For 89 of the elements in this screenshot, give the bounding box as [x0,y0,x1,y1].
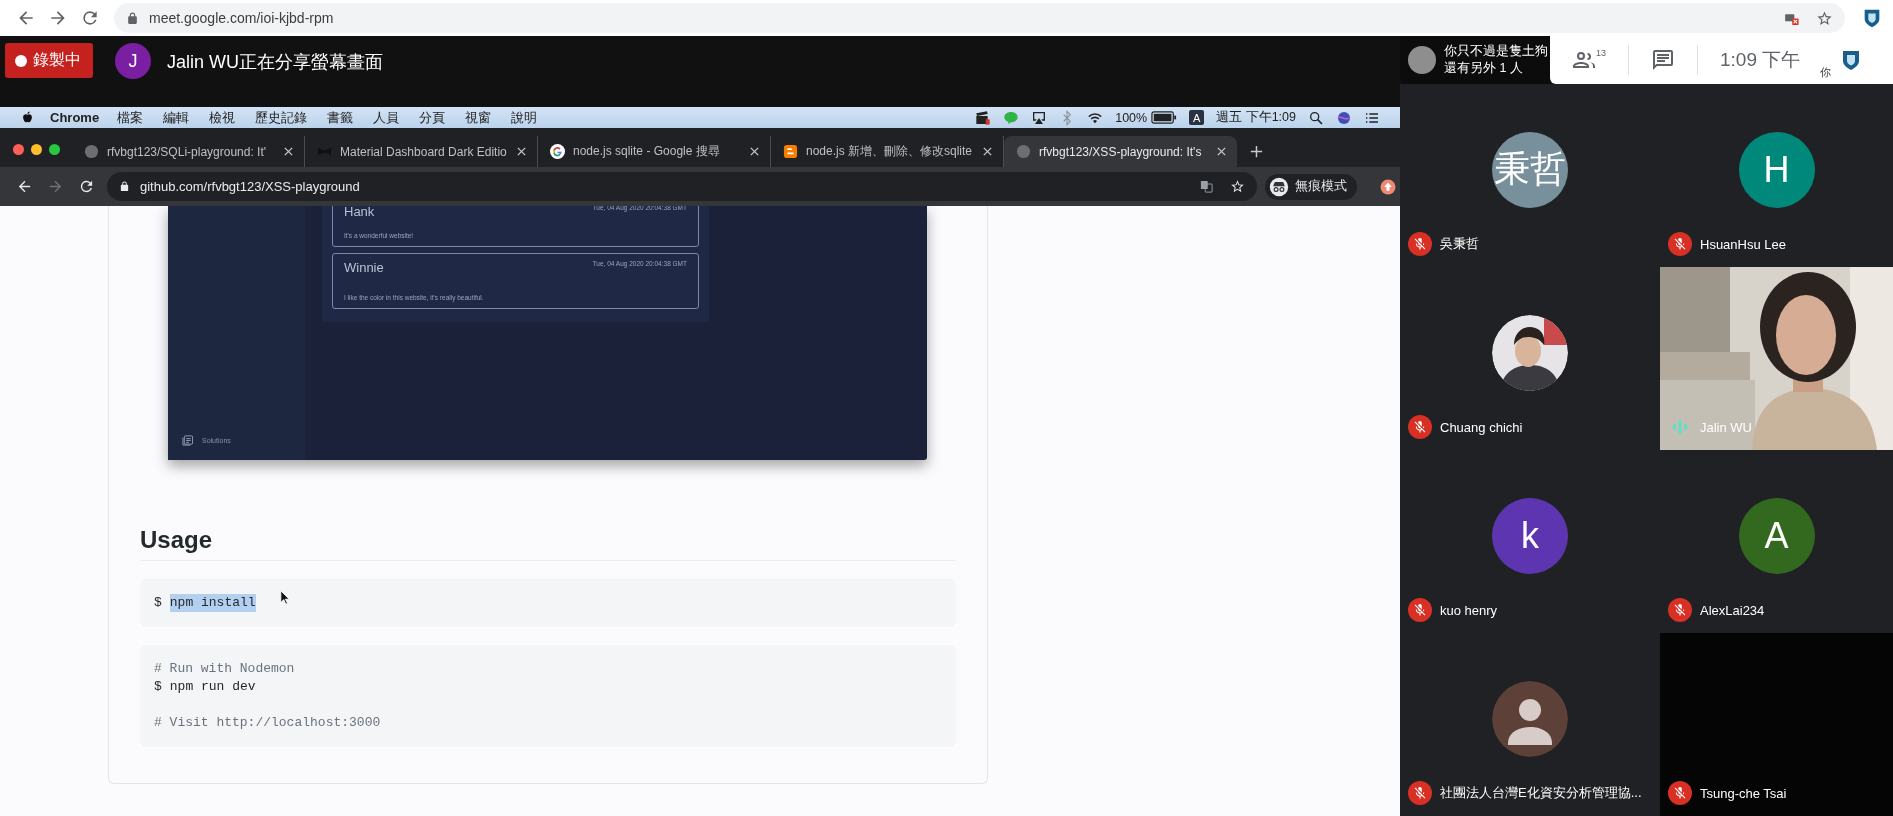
menu-item[interactable]: Chrome [50,110,100,125]
star-icon[interactable] [1816,9,1833,27]
new-tab-icon[interactable] [1249,144,1264,159]
cursor-icon [280,590,290,605]
close-icon[interactable] [516,146,527,157]
code-comment: # Run with Nodemon [154,660,296,678]
menu-item[interactable]: 檢視 [209,108,236,127]
participant-name: Chuang chichi [1440,419,1523,435]
close-window-button[interactable] [13,144,24,155]
participant-name: 吳秉哲 [1440,235,1479,253]
participant-name: HsuanHsu Lee [1700,236,1786,252]
avatar: H [1738,131,1815,208]
close-icon[interactable] [982,146,993,157]
menu-item[interactable]: 分頁 [419,108,446,127]
code-prompt: $ [154,594,162,612]
apple-icon[interactable] [20,110,35,125]
code-command: npm run dev [169,678,256,696]
participant-name: 社團法人台灣E化資安分析管理協... [1440,784,1642,802]
incognito-icon [1269,176,1289,197]
back-icon[interactable] [16,178,33,195]
update-icon[interactable] [1379,177,1397,196]
presenter-avatar: J [115,43,151,79]
logo-icon [550,144,565,159]
forward-icon[interactable] [47,178,64,195]
lock-icon [126,11,139,25]
close-icon[interactable] [1216,146,1227,157]
reload-icon[interactable] [78,178,95,195]
minimize-window-button[interactable] [31,144,42,155]
menu-item[interactable]: 說明 [511,108,538,127]
recording-label: 錄製中 [33,50,81,70]
reload-icon[interactable] [80,8,100,28]
record-dot-icon [15,54,27,67]
menu-item[interactable]: 人員 [373,108,400,127]
battery-icon[interactable] [1151,111,1178,124]
translate-icon[interactable] [1199,179,1214,194]
tab-title: node.js 新增、刪除、修改sqlite [806,143,974,160]
selected-text: npm install [169,594,256,612]
close-icon[interactable] [749,146,760,157]
address-bar[interactable]: github.com/rfvbgt123/XSS-playground [107,172,1257,201]
self-label: 你 [1820,65,1832,80]
menubar-clock[interactable]: 週五 下午1:09 [1216,109,1296,126]
circle-icon [84,144,99,159]
meeting-clock: 1:09 下午 [1720,48,1801,72]
avatar: k [1492,497,1568,574]
avatar: 秉哲 [1492,131,1568,208]
code-prompt: $ [154,678,162,696]
menu-item[interactable]: 視窗 [465,108,492,127]
tab-title: Material Dashboard Dark Editio [340,144,508,159]
avatar: A [1738,497,1815,574]
tab-title: rfvbgt123/SQLi-playground: It' [107,144,268,159]
lock-icon [119,181,130,192]
incognito-profile-button[interactable]: 無痕模式 [1265,173,1357,200]
browser-tab[interactable]: rfvbgt123/XSS-playground: It's [1004,136,1237,167]
notification-text: 還有另外 1 人 [1444,60,1524,77]
list-icon [182,435,193,446]
menu-item[interactable]: 書籤 [327,108,354,127]
airplay-icon[interactable] [1031,109,1048,126]
comment-author: Winnie [344,260,384,275]
input-method-indicator[interactable]: A [1189,110,1205,125]
notification-text: 你只不過是隻土狗 [1444,43,1548,60]
url-text: meet.google.com/ioi-kjbd-rpm [149,10,334,26]
square-icon [783,144,798,159]
comment-author: Hank [344,206,375,219]
participant-name: Jalin WU [1700,419,1752,435]
search-icon[interactable] [1308,109,1324,126]
battery-percent: 100% [1115,110,1148,125]
participant-name: AlexLai234 [1700,602,1765,618]
participant-name: kuo henry [1440,602,1498,618]
close-icon[interactable] [283,146,294,157]
menu-item[interactable]: 歷史記錄 [255,108,308,127]
participant-count: 13 [1596,48,1606,58]
section-heading: Usage [140,526,956,561]
circle-icon [1016,144,1031,159]
participant-name: Tsung-che Tsai [1700,785,1787,801]
menu-item[interactable]: 編輯 [163,108,190,127]
avatar-icon [1408,46,1436,74]
presenting-title: Jalin WU正在分享螢幕畫面 [167,51,383,74]
tab-title: rfvbgt123/XSS-playground: It's [1039,144,1203,159]
chat-icon[interactable] [1651,48,1675,72]
maximize-window-button[interactable] [49,144,60,155]
code-comment: # Visit http://localhost:3000 [154,714,382,732]
menu-item[interactable]: 檔案 [117,108,144,127]
clapperboard-icon[interactable] [975,109,992,126]
star-icon[interactable] [1230,179,1245,194]
url-text: github.com/rfvbgt123/XSS-playground [140,179,360,194]
orb-icon[interactable] [1336,109,1352,126]
profile-label: 無痕模式 [1295,178,1347,195]
tab-title: node.js sqlite - Google 搜尋 [573,143,721,160]
address-bar[interactable]: meet.google.com/ioi-kjbd-rpm [114,3,1845,33]
